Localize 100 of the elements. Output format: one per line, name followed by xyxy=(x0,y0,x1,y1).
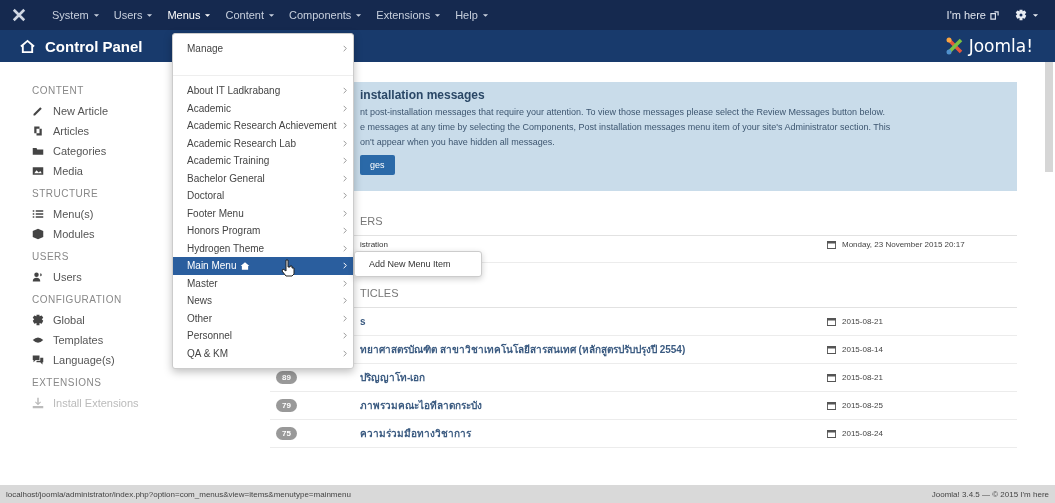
sidebar-link[interactable]: Media xyxy=(32,165,170,177)
sidebar-link[interactable]: Users xyxy=(32,271,170,283)
calendar-icon xyxy=(827,345,836,354)
dropdown-item[interactable]: Personnel xyxy=(173,327,353,345)
caret-icon xyxy=(1032,12,1039,18)
calendar-icon xyxy=(827,429,836,438)
calendar-icon xyxy=(827,373,836,382)
chevron-right-icon xyxy=(343,209,347,217)
cube-icon xyxy=(32,228,44,240)
caret-icon xyxy=(481,12,489,18)
footer-text: Joomla! 3.4.5 — © 2015 I'm here xyxy=(931,489,1049,499)
alert-text: nt post-installation messages that require your attention. To view those messages please select the Review Messages button below. xyxy=(360,107,887,117)
download-icon xyxy=(32,397,44,409)
settings-button[interactable] xyxy=(1015,9,1039,21)
external-link-icon xyxy=(990,10,999,20)
dropdown-item[interactable]: Doctoral xyxy=(173,187,353,205)
chevron-right-icon xyxy=(343,157,347,165)
nav-menu[interactable]: Content xyxy=(219,0,281,30)
chevron-right-icon xyxy=(343,44,347,52)
article-link[interactable]: ปริญญาโท-เอก xyxy=(360,370,827,385)
hits-badge: 75 xyxy=(276,427,297,440)
sidebar-heading: STRUCTURE xyxy=(32,188,100,199)
chevron-right-icon xyxy=(343,262,347,270)
chevron-right-icon xyxy=(343,87,347,95)
nav-menu[interactable]: System xyxy=(46,0,106,30)
caret-icon xyxy=(268,12,275,18)
article-link[interactable]: s xyxy=(360,316,827,327)
sidebar-link[interactable]: New Article xyxy=(32,105,170,117)
hits-badge: 89 xyxy=(276,371,297,384)
article-link[interactable]: ทยาศาสตรบัณฑิต สาขาวิชาเทคโนโลยีสารสนเทศ (หลักสูตรปรับปรุงปี 2554) xyxy=(360,342,827,357)
sidebar-heading: CONTENT xyxy=(32,85,85,96)
login-date: Monday, 23 November 2015 20:17 xyxy=(842,240,965,249)
chevron-right-icon xyxy=(343,332,347,340)
article-date: 2015-08-14 xyxy=(842,345,883,354)
calendar-icon xyxy=(827,317,836,326)
chat-icon xyxy=(32,354,44,366)
chevron-right-icon xyxy=(343,279,347,287)
dropdown-item[interactable]: Main Menu xyxy=(173,257,353,275)
sidebar-link[interactable]: Global xyxy=(32,314,170,326)
submenu-item[interactable]: Add New Menu Item xyxy=(355,256,481,272)
chevron-right-icon xyxy=(343,122,347,130)
chevron-right-icon xyxy=(343,297,347,305)
chevron-right-icon xyxy=(343,349,347,357)
sidebar-link[interactable]: Modules xyxy=(32,228,170,240)
dropdown-item[interactable]: Academic xyxy=(173,99,353,117)
nav-menu[interactable]: Users xyxy=(107,0,160,30)
list-icon xyxy=(32,208,44,220)
chevron-right-icon xyxy=(343,314,347,322)
nav-menu[interactable]: Extensions xyxy=(370,0,448,30)
alert-text: on't appear when you have hidden all messages. xyxy=(360,137,556,147)
sidebar-link[interactable]: Categories xyxy=(32,145,170,157)
chevron-right-icon xyxy=(343,174,347,182)
dropdown-item[interactable]: Other xyxy=(173,309,353,327)
alert-text: e messages at any time by selecting the Components, Post installation messages menu item of your site's Administrator section. This xyxy=(360,122,892,132)
image-icon xyxy=(32,165,44,177)
sidebar-link[interactable]: Articles xyxy=(32,125,170,137)
eye-icon xyxy=(32,334,44,346)
calendar-icon xyxy=(827,401,836,410)
sidebar-heading: CONFIGURATION xyxy=(32,294,123,305)
chevron-right-icon xyxy=(343,227,347,235)
pencil-icon xyxy=(32,105,44,117)
article-link[interactable]: ภาพรวมคณะไอทีลาดกระบัง xyxy=(360,398,827,413)
home-icon xyxy=(240,260,251,271)
article-date: 2015-08-21 xyxy=(842,317,883,326)
caret-icon xyxy=(92,12,100,18)
chevron-right-icon xyxy=(343,104,347,112)
hand-cursor-icon xyxy=(281,259,295,277)
nav-menu[interactable]: Menus xyxy=(161,0,218,30)
status-url: localhost/joomla/administrator/index.php?option=com_menus&view=items&menutype=mainmenu xyxy=(6,489,351,499)
home-icon xyxy=(20,38,35,54)
brand-name: Joomla! xyxy=(968,36,1033,56)
dropdown-item[interactable]: Bachelor General xyxy=(173,169,353,187)
calendar-icon xyxy=(827,240,836,249)
caret-icon xyxy=(434,12,442,18)
nav-menu[interactable]: Help xyxy=(449,0,495,30)
caret-icon xyxy=(355,12,363,18)
chevron-right-icon xyxy=(343,192,347,200)
sidebar-link[interactable]: Language(s) xyxy=(32,354,170,366)
caret-icon xyxy=(204,12,212,18)
dropdown-item[interactable]: Academic Research Lab xyxy=(173,134,353,152)
sidebar-link[interactable]: Menu(s) xyxy=(32,208,170,220)
page-title: Control Panel xyxy=(45,37,143,55)
nav-menu[interactable]: Components xyxy=(283,0,369,30)
dropdown-item[interactable]: About IT Ladkrabang xyxy=(173,82,353,100)
scrollbar[interactable] xyxy=(1045,62,1053,172)
sidebar-link[interactable]: Templates xyxy=(32,334,170,346)
site-link[interactable]: I'm here xyxy=(946,9,999,21)
dropdown-item[interactable]: Academic Research Achievement xyxy=(173,117,353,135)
dropdown-item[interactable]: QA & KM xyxy=(173,344,353,362)
dropdown-item[interactable]: Manage xyxy=(173,37,353,59)
gear-icon xyxy=(32,314,44,326)
dropdown-item[interactable]: Academic Training xyxy=(173,152,353,170)
files-icon xyxy=(32,125,44,137)
hits-badge: 79 xyxy=(276,399,297,412)
folder-icon xyxy=(32,145,44,157)
article-link[interactable]: ความร่วมมือทางวิชาการ xyxy=(360,426,827,441)
sidebar-heading: USERS xyxy=(32,251,70,262)
review-messages-button[interactable]: ges xyxy=(360,155,395,175)
article-date: 2015-08-24 xyxy=(842,429,883,438)
dropdown-item[interactable]: Hydrogen Theme xyxy=(173,239,353,257)
